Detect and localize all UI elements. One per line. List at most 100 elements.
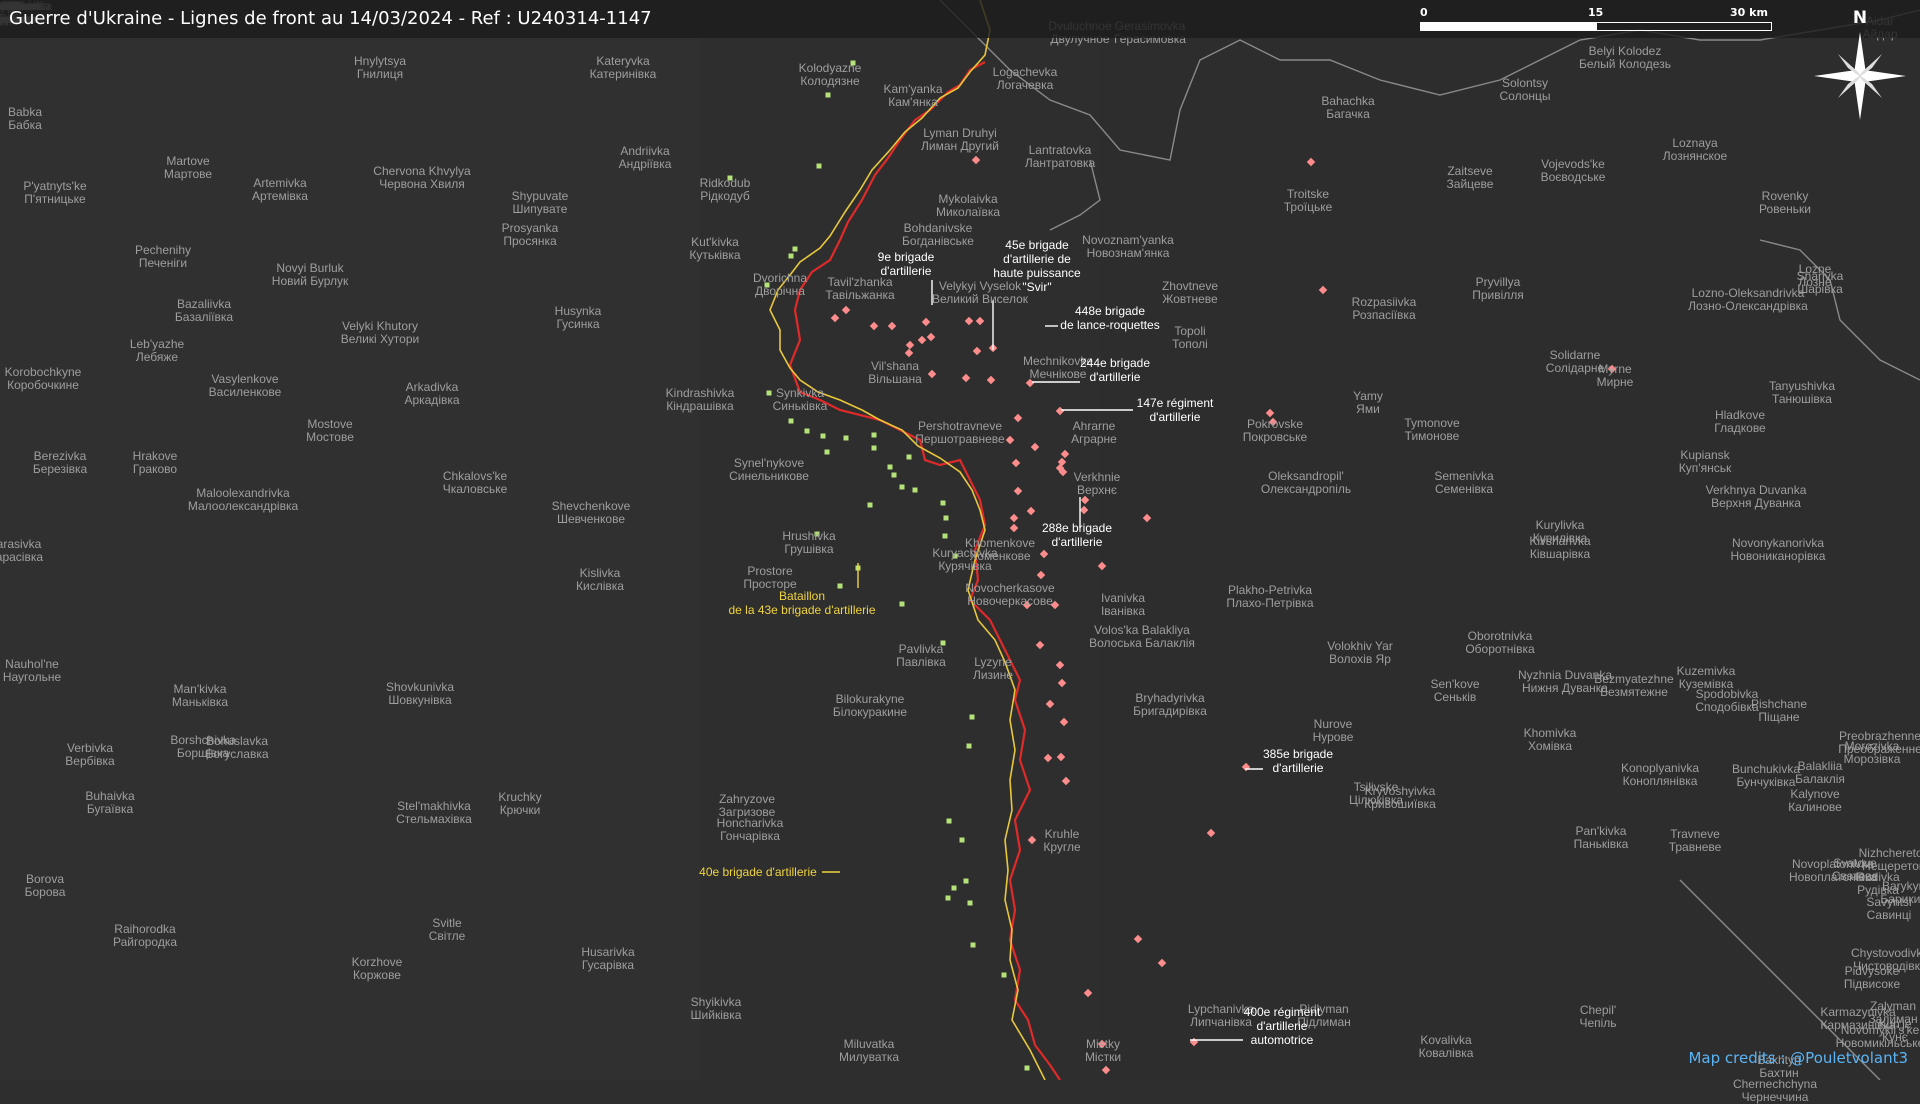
town-local-name: Новочеркасове	[967, 594, 1053, 608]
ukrainian-unit-marker	[943, 515, 949, 521]
town-local-name: Кругле	[1043, 840, 1081, 854]
ukrainian-unit-marker	[871, 432, 877, 438]
town-local-name: Кам'янка	[888, 95, 938, 109]
town-local-name: Ровеньки	[1759, 202, 1811, 216]
town-local-name: Стельмахівка	[396, 812, 472, 826]
town-local-name: Шовкунівка	[388, 693, 452, 707]
town-label: Kindrashivka Кіндрашівка	[666, 387, 735, 413]
town-local-name: Семенівка	[1434, 482, 1494, 496]
ukrainian-unit-marker	[966, 743, 972, 749]
town-local-name: Ківшарівка	[1529, 547, 1591, 561]
town-label: Tsilivske Цілюківка	[1349, 781, 1403, 807]
ukrainian-unit-marker	[843, 435, 849, 441]
unit-annotation-43e: Bataillon de la 43e brigade d'artillerie	[728, 589, 875, 617]
unit-annotation-line: 400e régiment	[1243, 1005, 1321, 1019]
town-label: Chepil' Чепіль	[1579, 1004, 1616, 1030]
town-local-name: Новониканорівка	[1730, 549, 1826, 563]
town-local-name: Василенкове	[208, 385, 282, 399]
title-bar: Guerre d'Ukraine - Lignes de front au 14…	[0, 0, 1920, 38]
town-local-name: Калинове	[1788, 800, 1842, 814]
town-local-name: Ями	[1356, 402, 1380, 416]
town-label: Ahrarne Аграрне	[1071, 420, 1117, 446]
ukrainian-unit-marker	[871, 445, 877, 451]
town-label: Pokrovske Покровське	[1243, 418, 1307, 444]
town-local-name: Безмятежне	[1600, 685, 1668, 699]
unit-annotation-line: "Svir"	[1022, 280, 1052, 294]
town-label: Kivsharivka Ківшарівка	[1529, 535, 1590, 561]
unit-annotation-line: automotrice	[1250, 1033, 1314, 1047]
unit-annotation-147e: 147e régiment d'artillerie	[1137, 396, 1214, 424]
town-label: Topoli Тополі	[1172, 325, 1208, 351]
town-local-name: Миколаївка	[935, 205, 1001, 219]
town-local-name: Гусинка	[556, 317, 600, 331]
town-local-name: Солонцы	[1499, 89, 1551, 103]
town-local-name: Іванівка	[1100, 604, 1146, 618]
town-label: BarykyneБарикине	[1880, 880, 1920, 906]
ukrainian-unit-marker	[899, 484, 905, 490]
town-label: Kruhle Кругле	[1043, 828, 1080, 854]
town-local-name: Синьківка	[772, 399, 828, 413]
town-local-name: Морозівка	[1843, 752, 1901, 766]
unit-annotation-45e: 45e brigade d'artillerie de haute puissanc…	[993, 238, 1080, 294]
unit-annotation-line: 9e brigade	[877, 250, 935, 264]
town-local-name: Шийківка	[690, 1008, 742, 1022]
ukrainian-unit-marker	[967, 900, 973, 906]
unit-annotation-line: 244e brigade	[1079, 356, 1151, 370]
town-label: Pan'kivka Паньківка	[1574, 825, 1629, 851]
town-local-name: Маньківка	[171, 695, 229, 709]
town-label: Korzhove Коржове	[352, 956, 403, 982]
ukrainian-unit-marker	[792, 246, 798, 252]
town-label: Kovalivka Ковалівка	[1419, 1034, 1474, 1060]
town-local-name: Богданівське	[902, 234, 974, 248]
town-local-name: Гнилиця	[356, 67, 404, 81]
town-label: Logachevka Логачевка	[993, 66, 1058, 92]
town-local-name: Оборотнівка	[1465, 642, 1535, 656]
unit-annotation-line: de lance-roquettes	[1060, 318, 1160, 332]
town-label: Husynka Гусинка	[555, 305, 602, 331]
map-canvas[interactable]	[0, 0, 1920, 1080]
town-local-name: Верхнє	[1077, 483, 1117, 497]
town-local-name: Мирне	[1596, 375, 1634, 389]
town-local-name: П'ятницьке	[24, 192, 86, 206]
town-label: Bahachka Багачка	[1321, 95, 1374, 121]
town-label: Bohdanivske Богданівське	[902, 222, 974, 248]
town-label: Vasylenkove Василенкове	[209, 373, 282, 399]
ukrainian-unit-marker	[946, 818, 952, 824]
town-label: Tymonove Тимонове	[1404, 417, 1459, 443]
ukrainian-unit-marker	[970, 942, 976, 948]
town-label: Novoznam'yanka Новознам'янка	[1082, 234, 1174, 260]
ukrainian-unit-marker	[959, 837, 965, 843]
town-label: Vojevods'ke Воєводське	[1541, 158, 1606, 184]
town-local-name: Вербівка	[65, 754, 115, 768]
town-label: Martove Мартове	[164, 155, 212, 181]
town-label: Kolodyazne Колодязне	[799, 62, 862, 88]
town-local-name: Ковалівка	[1418, 1046, 1474, 1060]
ukrainian-unit-marker	[940, 500, 946, 506]
town-local-name: Волоська Балаклія	[1089, 636, 1195, 650]
town-local-name: Артемівка	[252, 189, 308, 203]
town-local-name: Куземівка	[1678, 677, 1734, 691]
town-local-name: Балаклія	[1795, 772, 1845, 786]
town-label: Hrushivka Грушівка	[782, 530, 835, 556]
town-label: Rozpasiivka Розпасіївка	[1352, 296, 1417, 322]
town-local-name: Покровське	[1242, 430, 1308, 444]
scale-segment-2	[1596, 22, 1772, 31]
town-local-name: Колодязне	[800, 74, 860, 88]
town-label: IvanivkaІванівка	[1101, 592, 1145, 618]
town-label: Novonykanorivka Новониканорівка	[1731, 537, 1826, 563]
town-local-name: Райгородка	[112, 935, 178, 949]
town-local-name: Белый Колодезь	[1579, 57, 1671, 71]
town-label: Babka Бабка	[8, 106, 42, 132]
ukrainian-unit-marker	[906, 454, 912, 460]
ukrainian-unit-marker	[1024, 1065, 1030, 1071]
town-label: Pechenihy Печеніги	[135, 244, 191, 270]
town-local-name: Коржове	[353, 968, 401, 982]
town-local-name: Печеніги	[138, 256, 188, 270]
map-credits: Map credits : @Pouletvolant3	[1688, 1049, 1908, 1067]
town-label: Oborotnivka Оборотнівка	[1465, 630, 1534, 656]
town-label: Mostove Мостове	[306, 418, 354, 444]
town-local-name: Грушівка	[784, 542, 834, 556]
ukrainian-unit-marker	[825, 92, 831, 98]
town-local-name: Верхня Дуванка	[1711, 496, 1801, 510]
town-label: Kupiansk Куп'янськ	[1679, 449, 1731, 475]
